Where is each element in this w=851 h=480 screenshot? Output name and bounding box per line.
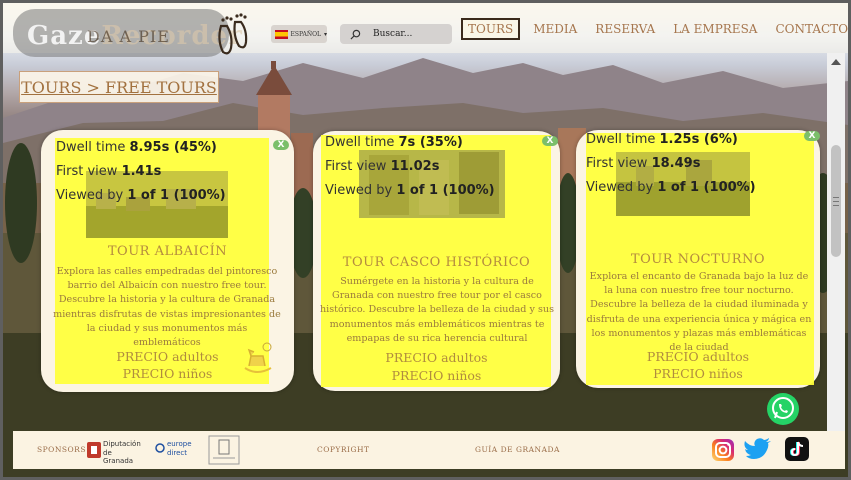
rocking-horse-icon	[244, 342, 272, 373]
sponsor-diputacion-line1: Diputación	[103, 440, 141, 448]
scroll-thumb[interactable]	[831, 145, 841, 257]
viewed-by-label: Viewed by	[325, 183, 393, 198]
card-description: Sumérgete en la historia y la cultura de…	[319, 276, 554, 344]
site-header: GazeRecorder DA A PIE ESPAÑOL ▾ TOURS ME…	[3, 3, 848, 57]
copyright-link[interactable]: COPYRIGHT	[317, 445, 370, 454]
price-kids: PRECIO niños	[653, 366, 743, 381]
tiktok-icon[interactable]	[785, 437, 809, 461]
sponsor-diputacion-line2: de Granada	[103, 449, 134, 465]
sponsors-label: SPONSORS	[37, 445, 86, 454]
first-view-value: 1.41s	[121, 164, 162, 179]
nav-reserva[interactable]: RESERVA	[590, 20, 660, 38]
first-view-value: 18.49s	[651, 156, 701, 171]
search-input[interactable]	[373, 29, 443, 39]
europe-direct-logo-icon	[155, 443, 165, 453]
chevron-down-icon: ▾	[323, 30, 327, 38]
whatsapp-button[interactable]	[767, 393, 799, 425]
search-box[interactable]	[340, 24, 452, 44]
first-view-label: First view	[586, 156, 648, 171]
nav-contacto[interactable]: CONTACTO	[770, 20, 848, 38]
card-title: TOUR CASCO HISTÓRICO	[342, 255, 531, 270]
language-label: ESPAÑOL	[290, 30, 321, 38]
sponsor-europe-line1: europe	[167, 440, 192, 448]
card-title: TOUR ALBAICÍN	[107, 244, 228, 259]
footprints-icon	[218, 13, 248, 55]
guia-de-granada-link[interactable]: GUÍA DE GRANADA	[475, 445, 560, 454]
card-description: Explora las calles empedradas del pintor…	[53, 266, 281, 349]
close-stats-button[interactable]: X	[804, 131, 820, 141]
nav-media[interactable]: MEDIA	[528, 20, 582, 38]
breadcrumb[interactable]: TOURS > FREE TOURS	[19, 71, 219, 103]
dwell-time-label: Dwell time	[56, 140, 126, 155]
instagram-icon[interactable]	[711, 438, 735, 462]
sponsor-europe-line2: direct	[167, 449, 188, 457]
card-description: Explora el encanto de Granada bajo la lu…	[586, 271, 812, 354]
gaze-stats: Dwell time 1.25s (6%) First view 18.49s …	[586, 128, 756, 200]
nav-tours[interactable]: TOURS	[461, 18, 521, 40]
search-icon	[350, 29, 361, 40]
language-selector[interactable]: ESPAÑOL ▾	[271, 25, 327, 43]
viewed-by-value: 1 of 1 (100%)	[657, 180, 756, 195]
card-title: TOUR NOCTURNO	[630, 252, 766, 267]
tour-card-nocturno[interactable]: Dwell time 1.25s (6%) First view 18.49s …	[576, 130, 820, 388]
sponsor-diputacion[interactable]: Diputación de Granada	[87, 437, 143, 465]
twitter-icon[interactable]	[743, 436, 773, 462]
spain-flag-icon	[275, 29, 288, 39]
sponsor-europe-direct[interactable]: europe direct	[155, 439, 203, 463]
first-view-label: First view	[325, 159, 387, 174]
first-view-label: First view	[56, 164, 118, 179]
price-adults: PRECIO adultos	[385, 350, 488, 365]
main-nav: TOURS MEDIA RESERVA LA EMPRESA CONTACTO	[461, 18, 848, 40]
tour-card-albaicin[interactable]: Dwell time 8.95s (45%) First view 1.41s …	[41, 130, 294, 392]
viewed-by-value: 1 of 1 (100%)	[127, 188, 226, 203]
vertical-scrollbar[interactable]	[827, 53, 845, 431]
gaze-stats: Dwell time 8.95s (45%) First view 1.41s …	[56, 136, 226, 208]
logo[interactable]: GazeRecorder DA A PIE	[13, 9, 248, 57]
price-kids: PRECIO niños	[391, 368, 482, 383]
browser-viewport: GazeRecorder DA A PIE ESPAÑOL ▾ TOURS ME…	[0, 0, 851, 480]
viewed-by-label: Viewed by	[56, 188, 124, 203]
viewed-by-value: 1 of 1 (100%)	[396, 183, 495, 198]
price-adults: PRECIO adultos	[646, 349, 750, 364]
close-stats-button[interactable]: X	[273, 140, 289, 150]
dwell-time-value: 8.95s (45%)	[129, 140, 217, 155]
diputacion-logo-icon	[87, 442, 101, 458]
dwell-time-label: Dwell time	[586, 132, 656, 147]
scroll-up-arrow-icon[interactable]	[831, 59, 841, 65]
logo-subtext: DA A PIE	[87, 27, 170, 46]
dwell-time-label: Dwell time	[325, 135, 395, 150]
tour-card-casco-historico[interactable]: Dwell time 7s (35%) First view 11.02s Vi…	[313, 131, 560, 391]
viewed-by-label: Viewed by	[586, 180, 654, 195]
site-footer: SPONSORS Diputación de Granada europe di…	[13, 431, 845, 469]
dwell-time-value: 7s (35%)	[398, 135, 463, 150]
nav-la-empresa[interactable]: LA EMPRESA	[668, 20, 762, 38]
close-stats-button[interactable]: X	[542, 136, 558, 146]
dwell-time-value: 1.25s (6%)	[659, 132, 738, 147]
whatsapp-icon	[772, 397, 794, 419]
ayuntamiento-logo-icon[interactable]	[207, 434, 241, 466]
gaze-stats: Dwell time 7s (35%) First view 11.02s Vi…	[325, 131, 495, 203]
first-view-value: 11.02s	[390, 159, 440, 174]
